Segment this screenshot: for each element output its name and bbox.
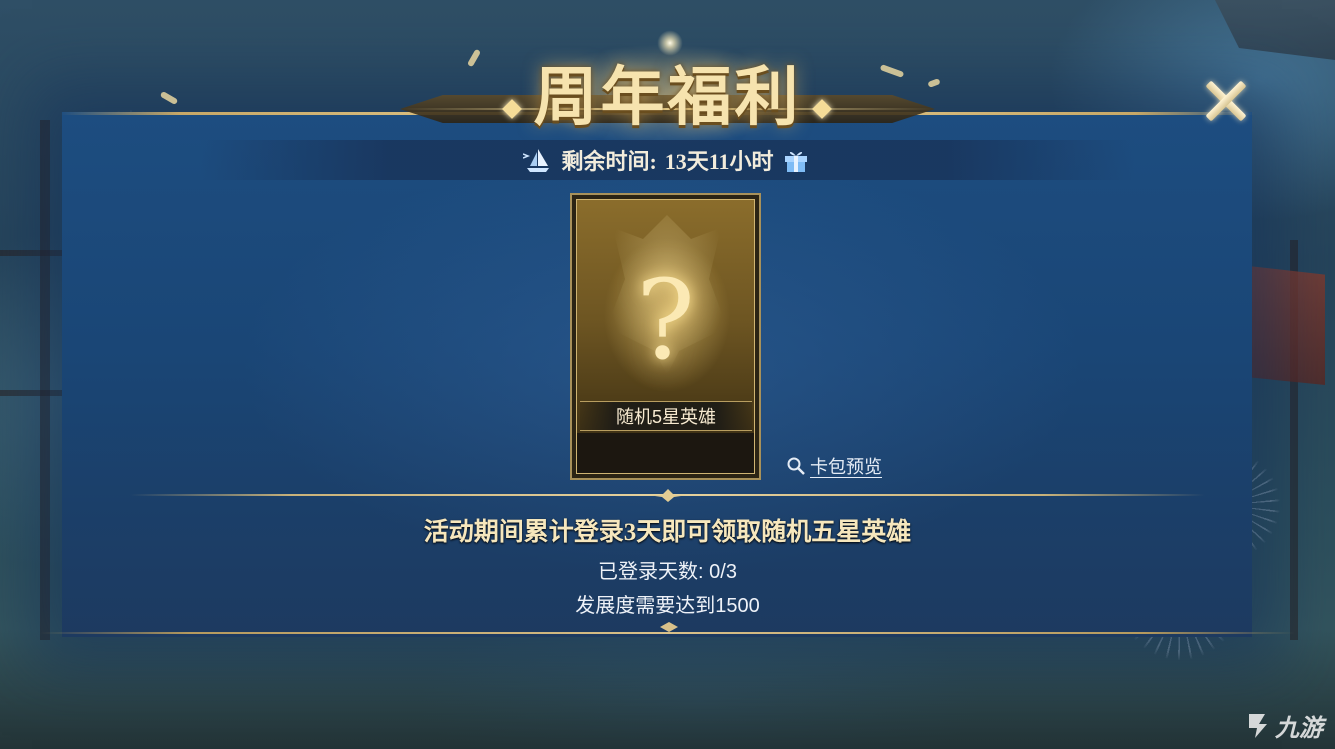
login-days-value: 0/3 bbox=[709, 561, 737, 583]
login-days: 已登录天数: 0/3 bbox=[0, 555, 1335, 584]
card-name-banner: 随机5星英雄 bbox=[580, 401, 752, 431]
watermark-text: 九游 bbox=[1275, 714, 1323, 742]
gift-icon bbox=[782, 146, 812, 174]
watermark: 九游 bbox=[1243, 705, 1323, 745]
title-banner: 周年福利 bbox=[400, 28, 935, 150]
remaining-time: 剩余时间: 13天11小时 bbox=[0, 140, 1335, 180]
login-days-label: 已登录天数: bbox=[598, 561, 704, 583]
background-ground bbox=[0, 629, 1335, 749]
timer-value: 13天11小时 bbox=[664, 149, 774, 174]
card-name: 随机5星英雄 bbox=[615, 407, 716, 427]
close-button[interactable] bbox=[1197, 72, 1255, 130]
divider-ornament bbox=[648, 487, 688, 503]
pack-preview-label[interactable]: 卡包预览 bbox=[810, 453, 882, 479]
bottom-ornament bbox=[660, 617, 678, 632]
card-footer bbox=[577, 433, 754, 473]
search-icon bbox=[786, 456, 806, 476]
background-sail bbox=[1215, 0, 1335, 60]
development-requirement: 发展度需要达到1500 bbox=[575, 595, 760, 617]
timer-label: 剩余时间: bbox=[561, 149, 657, 174]
pack-preview-link[interactable]: 卡包预览 bbox=[786, 453, 882, 479]
reward-card[interactable]: ? 随机5星英雄 bbox=[570, 193, 761, 480]
sailboat-icon bbox=[523, 146, 553, 174]
page-title: 周年福利 bbox=[533, 60, 802, 135]
mystery-symbol: ? bbox=[636, 256, 695, 384]
watermark-logo-icon bbox=[1249, 714, 1267, 738]
task-description: 活动期间累计登录3天即可领取随机五星英雄 bbox=[423, 519, 912, 546]
sparkle-icon bbox=[655, 28, 685, 58]
panel-bottom-border bbox=[40, 632, 1295, 634]
